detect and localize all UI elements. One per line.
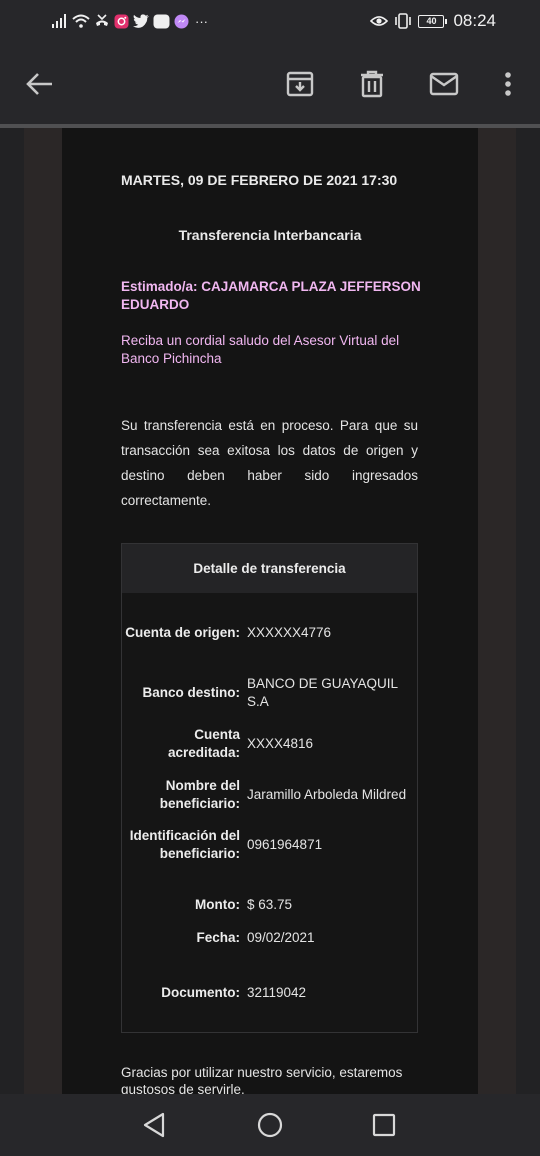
clock: 08:24 xyxy=(453,11,496,30)
email-greeting: Estimado/a: CAJAMARCA PLAZA JEFFERSON ED… xyxy=(121,279,421,312)
detail-value: $ 63.75 xyxy=(247,897,293,912)
email-date: MARTES, 09 DE FEBRERO DE 2021 17:30 xyxy=(121,172,398,188)
email-title: Transferencia Interbancaria xyxy=(178,227,362,243)
detail-row-beneficiary-id: Identificación del beneficiario: 0961964… xyxy=(122,827,419,863)
missed-call-icon xyxy=(94,12,110,30)
detail-row-beneficiary-name: Nombre del beneficiario: Jaramillo Arbol… xyxy=(122,777,419,813)
email-closing: Gracias por utilizar nuestro servicio, e… xyxy=(121,1065,403,1094)
detail-row-credited-account: Cuenta acreditada: XXXX4816 xyxy=(122,726,419,762)
detail-row-source-account: Cuenta de origen: XXXXXX4776 xyxy=(122,624,419,642)
app-toolbar xyxy=(0,42,540,124)
more-icon: ··· xyxy=(195,13,208,29)
messenger-icon xyxy=(174,12,189,30)
detail-label: Identificación del beneficiario: xyxy=(129,828,240,861)
email-body: MARTES, 09 DE FEBRERO DE 2021 17:30 Tran… xyxy=(62,128,478,1094)
nav-recents-icon[interactable] xyxy=(367,1108,401,1142)
more-vert-icon[interactable] xyxy=(488,64,528,104)
eye-icon xyxy=(370,12,389,30)
detail-value: XXXX4816 xyxy=(247,736,314,751)
mail-icon[interactable] xyxy=(424,64,464,104)
transfer-detail-heading: Detalle de transferencia xyxy=(122,544,417,593)
email-margin-right xyxy=(478,128,516,1094)
detail-value: BANCO DE GUAYAQUIL S.A xyxy=(247,676,398,709)
detail-value: 0961964871 xyxy=(247,837,323,852)
email-margin-left xyxy=(24,128,62,1094)
email-view[interactable]: MARTES, 09 DE FEBRERO DE 2021 17:30 Tran… xyxy=(0,128,540,1094)
detail-value: 09/02/2021 xyxy=(247,930,315,945)
nav-home-icon[interactable] xyxy=(253,1108,287,1142)
detail-label: Nombre del beneficiario: xyxy=(159,778,240,811)
battery-level: 40 xyxy=(418,14,445,28)
email-salutation: Reciba un cordial saludo del Asesor Virt… xyxy=(121,333,400,366)
notification-icons: ··· xyxy=(52,10,208,32)
detail-row-document: Documento: 32119042 xyxy=(122,984,419,1002)
nav-back-icon[interactable] xyxy=(137,1108,171,1142)
status-bar: ··· 40 08:24 xyxy=(0,0,540,42)
instagram-icon xyxy=(114,12,129,30)
vibrate-icon xyxy=(394,12,412,30)
back-arrow-icon[interactable] xyxy=(20,64,60,104)
system-status: 40 08:24 xyxy=(370,9,496,33)
detail-label: Cuenta de origen: xyxy=(125,625,240,640)
system-nav-bar xyxy=(0,1094,540,1156)
detail-row-date: Fecha: 09/02/2021 xyxy=(122,929,419,947)
detail-label: Monto: xyxy=(195,897,240,912)
detail-label: Cuenta acreditada: xyxy=(167,727,240,760)
archive-icon[interactable] xyxy=(280,64,320,104)
signal-icon xyxy=(52,12,68,30)
detail-label: Fecha: xyxy=(196,930,240,945)
detail-label: Documento: xyxy=(161,985,240,1000)
detail-label: Banco destino: xyxy=(142,685,240,700)
detail-row-destination-bank: Banco destino: BANCO DE GUAYAQUIL S.A xyxy=(122,675,419,711)
detail-value: Jaramillo Arboleda Mildred xyxy=(247,787,407,802)
battery-icon: 40 xyxy=(418,14,448,28)
wifi-icon xyxy=(72,12,90,30)
app-badge-icon xyxy=(153,12,170,30)
detail-value: XXXXXX4776 xyxy=(247,625,332,640)
trash-icon[interactable] xyxy=(352,64,392,104)
email-message: Su transferencia está en proceso. Para q… xyxy=(121,418,418,508)
detail-value: 32119042 xyxy=(247,985,307,1000)
twitter-icon xyxy=(133,12,149,30)
detail-row-amount: Monto: $ 63.75 xyxy=(122,896,419,914)
transfer-detail-table: Detalle de transferencia Cuenta de orige… xyxy=(121,543,418,1033)
